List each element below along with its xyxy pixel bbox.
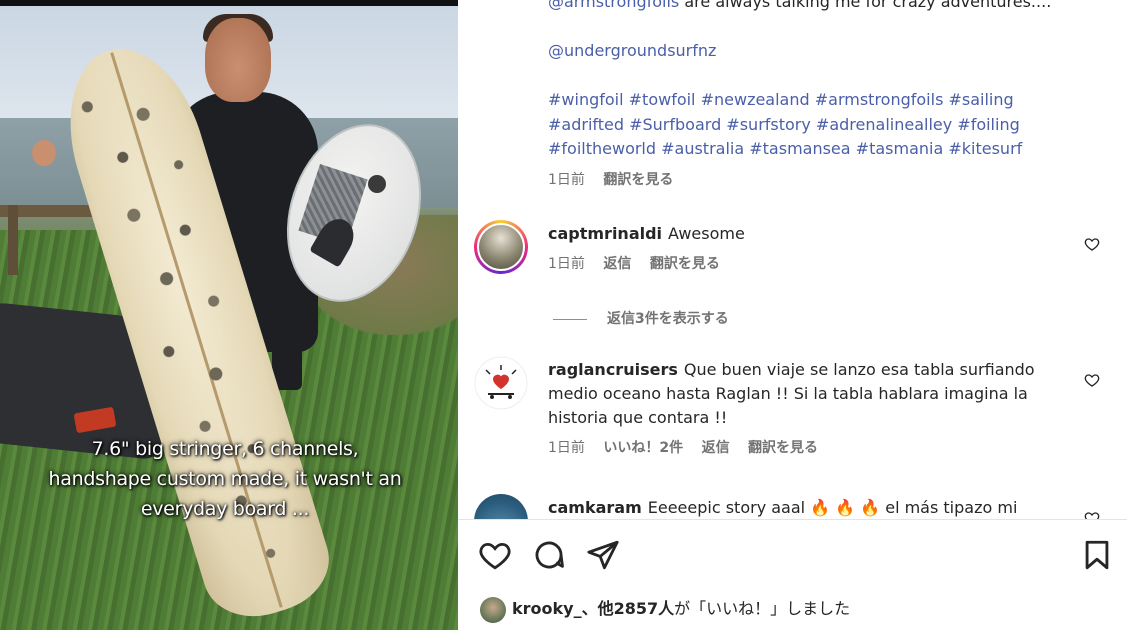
caption-time: 1日前 [548, 171, 585, 188]
comment-username[interactable]: raglancruisers [548, 360, 678, 379]
foil-board-logo [368, 175, 386, 193]
comment-like-icon[interactable] [1084, 372, 1100, 388]
comment-meta: 1日前 いいね！2件 返信 翻訳を見る [548, 436, 1058, 460]
comment-text: Que buen viaje se lanzo esa tabla surfia… [683, 360, 1035, 379]
image-caption-line: everyday board ... [140, 498, 310, 520]
post-image[interactable]: 7.6" big stringer, 6 channels, handshape… [0, 0, 458, 630]
bookmark-icon[interactable] [1080, 538, 1114, 572]
liker-username[interactable]: krooky_ [512, 599, 582, 618]
liker-avatar [480, 596, 506, 623]
comment-likes-count[interactable]: いいね！2件 [603, 440, 683, 456]
comment-text: Eeeeepic story aaal 🔥 🔥 🔥 el más tipazo … [647, 498, 1018, 517]
comments-scroll-area[interactable]: @armstrongfoils are always talking me fo… [458, 0, 1127, 520]
caption-line: @armstrongfoils are always talking me fo… [548, 0, 1088, 15]
comment-username[interactable]: camkaram [548, 498, 642, 517]
comment-text: medio oceano hasta Raglan !! Si la tabla… [548, 384, 1028, 403]
mention-link[interactable]: @undergroundsurfnz [548, 41, 716, 60]
heart-icon[interactable] [478, 538, 512, 572]
view-replies-button[interactable]: 返信3件を表示する [553, 308, 729, 328]
avatar[interactable] [474, 220, 528, 274]
comment-body: raglancruisers Que buen viaje se lanzo es… [548, 358, 1058, 460]
image-caption: 7.6" big stringer, 6 channels, handshape… [40, 434, 410, 524]
comment-text: Awesome [668, 224, 745, 243]
comment-username[interactable]: captmrinaldi [548, 224, 662, 243]
person-face [205, 18, 271, 102]
post-caption: @armstrongfoils are always talking me fo… [548, 0, 1088, 192]
likes-text: が「いいね！」しました [674, 599, 851, 618]
comment-icon[interactable] [532, 538, 566, 572]
comment-like-icon[interactable] [1084, 236, 1100, 252]
caption-translate-link[interactable]: 翻訳を見る [603, 172, 673, 188]
hashtags-line[interactable]: #adrifted #Surfboard #surfstory #adrenal… [548, 113, 1088, 138]
person-hand [32, 140, 56, 166]
avatar[interactable] [474, 356, 528, 410]
likes-count[interactable]: 、他2857人 [582, 599, 675, 618]
image-caption-line: handshape custom made, it wasn't an [48, 468, 402, 490]
comment-time: 1日前 [548, 440, 585, 456]
view-replies-line [553, 318, 587, 320]
action-bar: krooky_、他2857人が「いいね！」しました [458, 519, 1127, 630]
hashtags-line[interactable]: #wingfoil #towfoil #newzealand #armstron… [548, 88, 1088, 113]
comment-translate-link[interactable]: 翻訳を見る [650, 256, 720, 272]
comment-meta: 1日前 返信 翻訳を見る [548, 252, 1058, 276]
caption-meta: 1日前 翻訳を見る [548, 168, 1088, 193]
avatar-image [474, 356, 528, 410]
comment-translate-link[interactable]: 翻訳を見る [748, 440, 818, 456]
share-icon[interactable] [586, 538, 620, 572]
caption-text: are always talking me for crazy adventur… [679, 0, 1052, 11]
comments-panel: @armstrongfoils are always talking me fo… [458, 0, 1127, 630]
likes-summary[interactable]: krooky_、他2857人が「いいね！」しました [480, 595, 851, 623]
image-top-edge [0, 0, 458, 6]
comment-reply-button[interactable]: 返信 [702, 440, 730, 456]
comment-body: camkaram Eeeeepic story aaal 🔥 🔥 🔥 el más… [548, 496, 1058, 520]
comment-time: 1日前 [548, 256, 585, 272]
avatar[interactable] [474, 494, 528, 520]
mention-link[interactable]: @armstrongfoils [548, 0, 679, 11]
comment-reply-button[interactable]: 返信 [603, 256, 631, 272]
view-replies-label: 返信3件を表示する [607, 311, 729, 327]
image-caption-line: 7.6" big stringer, 6 channels, [91, 438, 359, 460]
comment-body: captmrinaldi Awesome 1日前 返信 翻訳を見る [548, 222, 1058, 276]
caption-line: @undergroundsurfnz [548, 39, 1088, 64]
hashtags-line[interactable]: #foiltheworld #australia #tasmansea #tas… [548, 137, 1088, 162]
comment-text: historia que contara !! [548, 408, 728, 427]
background-fence-post [8, 205, 18, 275]
avatar-image [477, 223, 525, 271]
